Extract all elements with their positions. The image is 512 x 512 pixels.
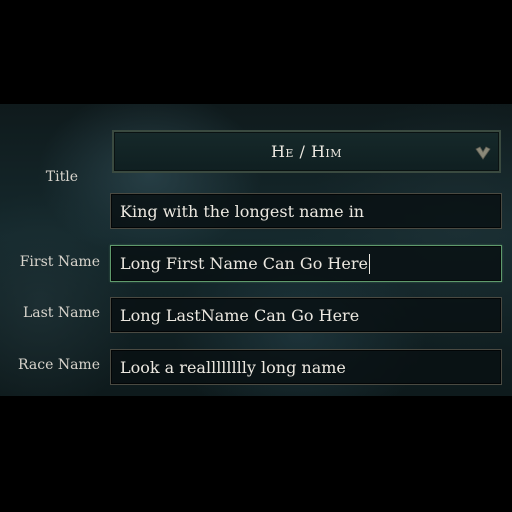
first-name-label: First Name [19, 254, 100, 270]
last-name-input[interactable]: Long LastName Can Go Here [110, 297, 502, 333]
first-name-input-value: Long First Name Can Go Here [120, 254, 368, 273]
pronoun-dropdown-value: He / Him [270, 142, 343, 161]
race-name-input[interactable]: Look a realllllllly long name [110, 349, 502, 385]
text-cursor [368, 253, 370, 274]
title-label: Title [45, 169, 78, 185]
pronoun-dropdown[interactable]: He / Him [112, 130, 501, 173]
first-name-input[interactable]: Long First Name Can Go Here [110, 245, 502, 282]
character-name-screen: Title He / Him King with the longest nam… [0, 0, 512, 512]
title-input[interactable]: King with the longest name in [110, 193, 502, 229]
last-name-label: Last Name [22, 305, 100, 321]
race-name-input-value: Look a realllllllly long name [120, 357, 346, 377]
title-input-value: King with the longest name in [120, 201, 365, 221]
last-name-input-value: Long LastName Can Go Here [120, 305, 360, 325]
race-name-label: Race Name [18, 357, 100, 373]
chevron-down-icon[interactable] [475, 144, 491, 160]
